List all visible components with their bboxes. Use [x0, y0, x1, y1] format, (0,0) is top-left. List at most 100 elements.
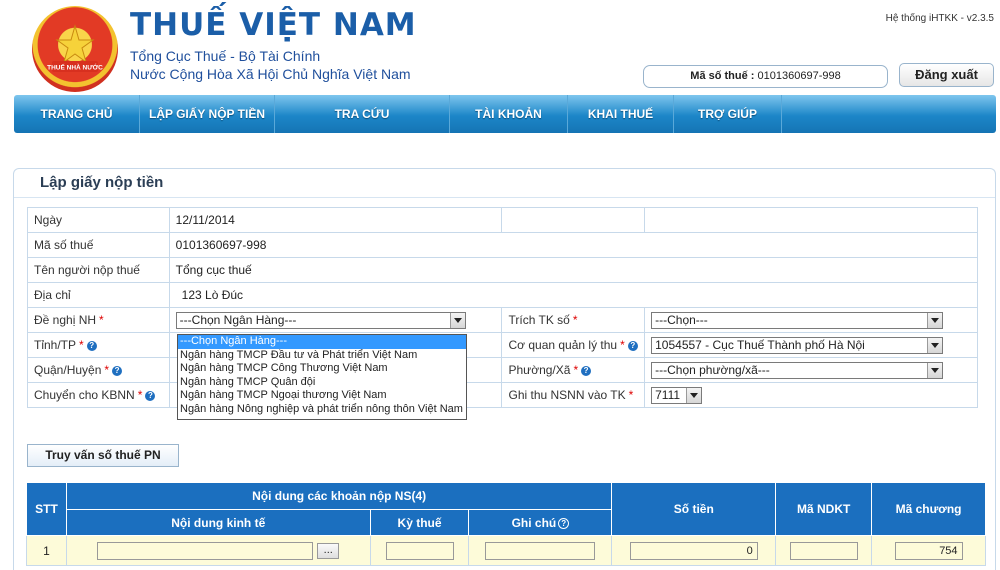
brand-subtitle-country: Nước Cộng Hòa Xã Hội Chủ Nghĩa Việt Nam: [130, 66, 411, 82]
help-icon[interactable]: ?: [145, 391, 156, 401]
nav-item-account[interactable]: TÀI KHOẢN: [450, 95, 568, 133]
nav-item-create-payment[interactable]: LẬP GIẤY NỘP TIỀN: [140, 95, 275, 133]
star-icon: THUẾ NHÀ NƯỚC: [47, 24, 103, 72]
form-row-address: Địa chỉ 123 Lò Đúc: [27, 282, 979, 308]
debit-label: Trích TK số: [508, 313, 570, 327]
account-select-value: 7111: [655, 387, 681, 402]
row-stt: 1: [26, 535, 67, 566]
agency-select[interactable]: 1054557 - Cục Thuế Thành phố Hà Nội: [651, 336, 944, 354]
help-icon[interactable]: ?: [558, 517, 570, 529]
nav-item-help[interactable]: TRỢ GIÚP: [674, 95, 782, 133]
brand-title: THUẾ VIỆT NAM: [130, 7, 417, 43]
nsnn-account-select[interactable]: 7111: [651, 386, 703, 404]
tax-code-label: Mã số thuế :: [690, 70, 755, 82]
chevron-down-icon[interactable]: [927, 337, 943, 353]
brand-subtitle-ministry: Tổng Cục Thuế - Bộ Tài Chính: [130, 48, 321, 64]
ward-select-value: ---Chọn phường/xã---: [655, 362, 770, 377]
nav-item-lookup[interactable]: TRA CỨU: [275, 95, 450, 133]
nav-item-home[interactable]: TRANG CHỦ: [14, 95, 140, 133]
chevron-down-icon[interactable]: [927, 312, 943, 328]
tax-code-box: Mã số thuế : 0101360697-998: [643, 65, 888, 88]
nav-item-tax-declaration[interactable]: KHAI THUẾ: [568, 95, 674, 133]
dropdown-option[interactable]: ---Chọn Ngân Hàng---: [178, 335, 466, 349]
row-ndkt-cell: [775, 535, 873, 566]
payment-items-table: STT Nội dung các khoản nộp NS(4) Số tiền…: [26, 482, 986, 566]
chevron-down-icon[interactable]: [686, 387, 702, 403]
dropdown-option[interactable]: Ngân hàng TMCP Ngoại thương Việt Nam: [178, 389, 466, 403]
address-label: Địa chỉ: [27, 282, 170, 308]
form-row-date: Ngày 12/11/2014: [27, 207, 978, 233]
agency-cell: 1054557 - Cục Thuế Thành phố Hà Nội: [644, 332, 978, 358]
row-chapter-cell: 754: [871, 535, 986, 566]
row-content-cell: ...: [65, 535, 371, 566]
help-icon[interactable]: ?: [112, 366, 123, 376]
payer-value: Tổng cục thuế: [168, 257, 979, 283]
form-row-taxcode: Mã số thuế 0101360697-998: [27, 232, 979, 258]
page-title: Lập giấy nộp tiền: [40, 174, 164, 191]
province-label-cell: Tỉnh/TP *?: [27, 332, 170, 358]
agency-label-cell: Cơ quan quản lý thu *?: [501, 332, 646, 358]
debit-account-select[interactable]: ---Chọn---: [651, 311, 944, 329]
form-row-district: Quận/Huyện *? Phường/Xã *? ---Chọn phường/…: [27, 357, 978, 383]
help-icon[interactable]: ?: [627, 341, 638, 351]
help-icon[interactable]: ?: [581, 366, 592, 376]
treasury-label: Chuyển cho KBNN: [34, 388, 135, 402]
district-label-cell: Quận/Huyện *?: [27, 357, 170, 383]
query-tax-button[interactable]: Truy vấn số thuế PN: [27, 444, 179, 467]
logout-button[interactable]: Đăng xuất: [899, 63, 994, 87]
ward-select[interactable]: ---Chọn phường/xã---: [651, 361, 944, 379]
dropdown-option[interactable]: Ngân hàng TMCP Quân đội: [178, 376, 466, 390]
province-label: Tỉnh/TP: [34, 338, 77, 352]
bank-select-value: ---Chọn Ngân Hàng---: [179, 312, 297, 327]
table-row: 1 ... 0 754: [26, 535, 986, 566]
header-chapter: Mã chương: [871, 482, 986, 536]
note-input[interactable]: [485, 541, 596, 560]
empty-cell: [644, 207, 978, 233]
chevron-down-icon[interactable]: [449, 312, 465, 328]
ward-label-cell: Phường/Xã *?: [501, 357, 646, 383]
header-note-cell: Ghi chú?: [468, 509, 613, 536]
required-mark: *: [573, 363, 579, 377]
tax-emblem-logo: THUẾ NHÀ NƯỚC: [32, 6, 118, 92]
required-mark: *: [137, 388, 143, 402]
ndkt-input[interactable]: [789, 541, 858, 560]
agency-label: Cơ quan quản lý thu: [508, 338, 618, 352]
help-icon[interactable]: ?: [86, 341, 97, 351]
dropdown-option[interactable]: Ngân hàng TMCP Đầu tư và Phát triển Việt…: [178, 349, 466, 363]
tax-code-value: 0101360697-998: [757, 70, 841, 82]
title-divider: [14, 197, 995, 198]
content-input[interactable]: [97, 541, 314, 560]
agency-select-value: 1054557 - Cục Thuế Thành phố Hà Nội: [655, 337, 865, 352]
chapter-input[interactable]: 754: [894, 541, 963, 560]
brand: THUẾ VIỆT NAM Tổng Cục Thuế - Bộ Tài Chí…: [130, 8, 417, 83]
date-label: Ngày: [27, 207, 170, 233]
dropdown-option[interactable]: Ngân hàng Nông nghiệp và phát triển nông…: [178, 403, 466, 417]
required-mark: *: [104, 363, 110, 377]
empty-cell: [501, 207, 646, 233]
ward-cell: ---Chọn phường/xã---: [644, 357, 978, 383]
bank-dropdown-list: ---Chọn Ngân Hàng--- Ngân hàng TMCP Đầu …: [177, 334, 467, 420]
ward-label: Phường/Xã: [508, 363, 571, 377]
address-value: 123 Lò Đúc: [168, 282, 979, 308]
dropdown-option[interactable]: Ngân hàng TMCP Công Thương Việt Nam: [178, 362, 466, 376]
debit-label-cell: Trích TK số *: [501, 307, 646, 333]
debit-select-value: ---Chọn---: [655, 312, 708, 327]
form-row-treasury: Chuyển cho KBNN *? Ghi thu NSNN vào TK * 7…: [27, 382, 978, 408]
table-header-row: STT Nội dung các khoản nộp NS(4) Số tiền…: [26, 482, 986, 536]
debit-cell: ---Chọn---: [644, 307, 978, 333]
date-value: 12/11/2014: [168, 207, 503, 233]
amount-input[interactable]: 0: [629, 541, 758, 560]
account-label-cell: Ghi thu NSNN vào TK *: [501, 382, 646, 408]
period-input[interactable]: [385, 541, 454, 560]
chevron-down-icon[interactable]: [927, 362, 943, 378]
treasury-label-cell: Chuyển cho KBNN *?: [27, 382, 170, 408]
bank-label: Đề nghị NH: [34, 313, 97, 327]
browse-button[interactable]: ...: [317, 542, 340, 559]
taxcode-label: Mã số thuế: [27, 232, 170, 258]
form-row-payer: Tên người nộp thuế Tổng cục thuế: [27, 257, 979, 283]
district-label: Quận/Huyện: [34, 363, 102, 377]
form-row-bank: Đề nghị NH * ---Chọn Ngân Hàng--- Trích T…: [27, 307, 978, 333]
bank-select[interactable]: ---Chọn Ngân Hàng---: [175, 311, 466, 329]
header: THUẾ NHÀ NƯỚC THUẾ VIỆT NAM Tổng Cục Thu…: [0, 0, 1000, 93]
required-mark: *: [572, 313, 578, 327]
